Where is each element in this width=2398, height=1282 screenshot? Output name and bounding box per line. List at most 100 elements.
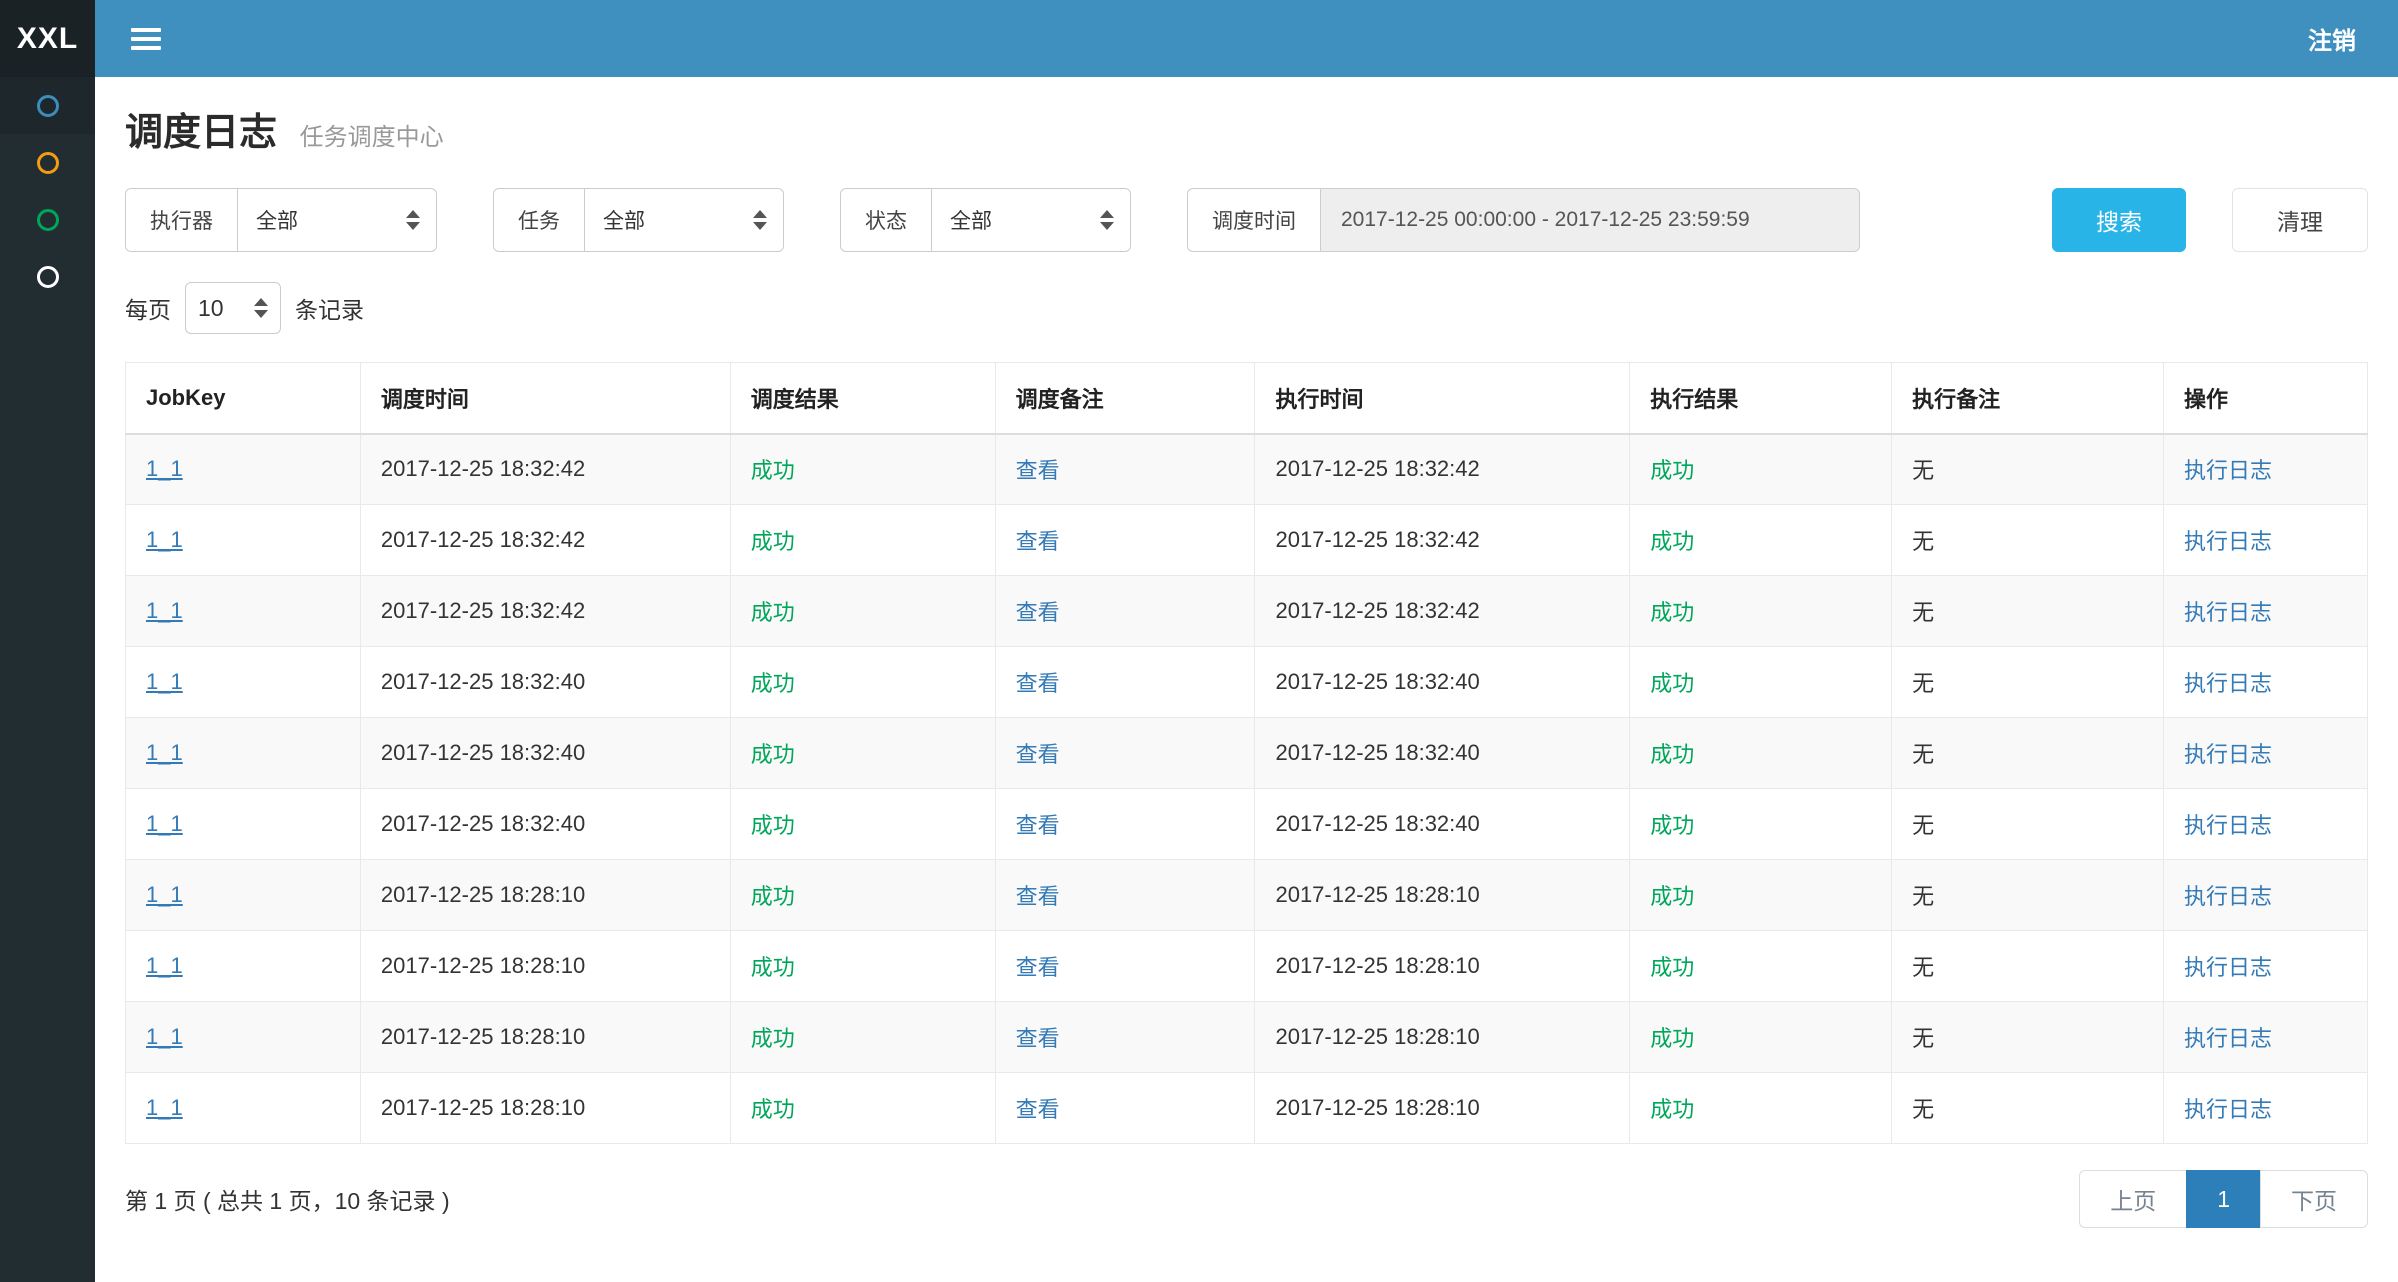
executor-select[interactable]: 全部 [237, 188, 437, 252]
trigger-time-cell: 2017-12-25 18:32:42 [360, 576, 730, 647]
next-page-button[interactable]: 下页 [2260, 1170, 2368, 1228]
sidebar-item[interactable] [0, 134, 95, 191]
trigger-msg-link[interactable]: 查看 [1016, 458, 1060, 483]
job-key-cell: 1_1 [126, 1073, 361, 1144]
navbar-main: 注销 [95, 0, 2398, 77]
action-cell: 执行日志 [2164, 434, 2368, 505]
trigger-msg-link[interactable]: 查看 [1016, 600, 1060, 625]
filter-bar: 执行器 全部 任务 全部 状态 全部 调度时间 搜索 清理 [125, 188, 2368, 252]
app-logo[interactable]: XXL [0, 0, 95, 77]
job-key-link[interactable]: 1_1 [146, 527, 183, 552]
trigger-time-cell: 2017-12-25 18:28:10 [360, 931, 730, 1002]
col-header-handle-time: 执行时间 [1255, 363, 1630, 434]
table-row: 1_1 2017-12-25 18:32:40 成功 查看 2017-12-25… [126, 647, 2368, 718]
search-button[interactable]: 搜索 [2052, 188, 2186, 252]
handle-time-cell: 2017-12-25 18:32:42 [1255, 505, 1630, 576]
job-key-cell: 1_1 [126, 647, 361, 718]
col-header-handle-msg: 执行备注 [1892, 363, 2164, 434]
handle-time-cell: 2017-12-25 18:28:10 [1255, 931, 1630, 1002]
select-arrows-icon [753, 210, 767, 230]
exec-log-link[interactable]: 执行日志 [2184, 813, 2272, 838]
exec-log-link[interactable]: 执行日志 [2184, 1097, 2272, 1122]
trigger-msg-link[interactable]: 查看 [1016, 529, 1060, 554]
status-select-value: 全部 [950, 205, 992, 235]
job-key-link[interactable]: 1_1 [146, 598, 183, 623]
trigger-time-cell: 2017-12-25 18:32:40 [360, 718, 730, 789]
handle-msg-cell: 无 [1892, 505, 2164, 576]
handle-msg-cell: 无 [1892, 434, 2164, 505]
trigger-time-cell: 2017-12-25 18:28:10 [360, 1073, 730, 1144]
job-select[interactable]: 全部 [584, 188, 784, 252]
trigger-msg-link[interactable]: 查看 [1016, 884, 1060, 909]
top-navbar: XXL 注销 [0, 0, 2398, 77]
sidebar-item[interactable] [0, 191, 95, 248]
job-key-link[interactable]: 1_1 [146, 953, 183, 978]
table-row: 1_1 2017-12-25 18:28:10 成功 查看 2017-12-25… [126, 931, 2368, 1002]
main-content: 调度日志 任务调度中心 执行器 全部 任务 全部 状态 全部 [95, 77, 2398, 1282]
handle-time-cell: 2017-12-25 18:28:10 [1255, 860, 1630, 931]
table-row: 1_1 2017-12-25 18:32:42 成功 查看 2017-12-25… [126, 434, 2368, 505]
trigger-msg-cell: 查看 [995, 1002, 1255, 1073]
pagination-summary: 第 1 页 ( 总共 1 页，10 条记录 ) [125, 1182, 450, 1216]
action-cell: 执行日志 [2164, 576, 2368, 647]
page-size-prefix-label: 每页 [125, 291, 171, 325]
trigger-result-cell: 成功 [730, 434, 995, 505]
job-key-link[interactable]: 1_1 [146, 882, 183, 907]
trigger-result-cell: 成功 [730, 1002, 995, 1073]
exec-log-link[interactable]: 执行日志 [2184, 671, 2272, 696]
exec-log-link[interactable]: 执行日志 [2184, 884, 2272, 909]
trigger-msg-link[interactable]: 查看 [1016, 1097, 1060, 1122]
job-key-link[interactable]: 1_1 [146, 740, 183, 765]
page-size-select[interactable]: 10 [185, 282, 281, 334]
job-key-link[interactable]: 1_1 [146, 811, 183, 836]
trigger-msg-cell: 查看 [995, 1073, 1255, 1144]
handle-time-cell: 2017-12-25 18:32:40 [1255, 718, 1630, 789]
clear-button[interactable]: 清理 [2232, 188, 2368, 252]
trigger-result-cell: 成功 [730, 576, 995, 647]
select-arrows-icon [1100, 210, 1114, 230]
col-header-handle-result: 执行结果 [1630, 363, 1892, 434]
prev-page-button[interactable]: 上页 [2079, 1170, 2187, 1228]
trigger-msg-link[interactable]: 查看 [1016, 671, 1060, 696]
table-row: 1_1 2017-12-25 18:32:42 成功 查看 2017-12-25… [126, 576, 2368, 647]
job-key-link[interactable]: 1_1 [146, 669, 183, 694]
trigger-msg-link[interactable]: 查看 [1016, 955, 1060, 980]
sidebar-menu [0, 77, 95, 305]
action-cell: 执行日志 [2164, 647, 2368, 718]
sidebar-item[interactable] [0, 248, 95, 305]
trigger-msg-link[interactable]: 查看 [1016, 813, 1060, 838]
page-size-suffix-label: 条记录 [295, 291, 364, 325]
handle-msg-cell: 无 [1892, 1002, 2164, 1073]
job-key-link[interactable]: 1_1 [146, 1024, 183, 1049]
exec-log-link[interactable]: 执行日志 [2184, 742, 2272, 767]
col-header-trigger-time: 调度时间 [360, 363, 730, 434]
handle-msg-cell: 无 [1892, 860, 2164, 931]
handle-time-cell: 2017-12-25 18:28:10 [1255, 1073, 1630, 1144]
job-key-link[interactable]: 1_1 [146, 456, 183, 481]
trigger-msg-cell: 查看 [995, 789, 1255, 860]
current-page-button[interactable]: 1 [2186, 1170, 2261, 1228]
circle-icon [37, 209, 59, 231]
exec-log-link[interactable]: 执行日志 [2184, 458, 2272, 483]
table-footer: 第 1 页 ( 总共 1 页，10 条记录 ) 上页 1 下页 [125, 1170, 2368, 1228]
sidebar-item[interactable] [0, 77, 95, 134]
job-key-cell: 1_1 [126, 1002, 361, 1073]
exec-log-link[interactable]: 执行日志 [2184, 600, 2272, 625]
log-table: JobKey 调度时间 调度结果 调度备注 执行时间 执行结果 执行备注 操作 … [125, 362, 2368, 1144]
trigger-msg-link[interactable]: 查看 [1016, 1026, 1060, 1051]
trigger-msg-link[interactable]: 查看 [1016, 742, 1060, 767]
sidebar-toggle-button[interactable] [121, 25, 171, 53]
trigger-result-cell: 成功 [730, 647, 995, 718]
trigger-time-range-input[interactable] [1320, 188, 1860, 252]
logout-link[interactable]: 注销 [2308, 21, 2356, 56]
content-header: 调度日志 任务调度中心 [125, 97, 2368, 176]
status-select[interactable]: 全部 [931, 188, 1131, 252]
select-arrows-icon [254, 298, 268, 318]
exec-log-link[interactable]: 执行日志 [2184, 955, 2272, 980]
pagination: 上页 1 下页 [2079, 1170, 2368, 1228]
status-filter-label: 状态 [840, 188, 931, 252]
exec-log-link[interactable]: 执行日志 [2184, 1026, 2272, 1051]
exec-log-link[interactable]: 执行日志 [2184, 529, 2272, 554]
job-key-link[interactable]: 1_1 [146, 1095, 183, 1120]
trigger-msg-cell: 查看 [995, 931, 1255, 1002]
